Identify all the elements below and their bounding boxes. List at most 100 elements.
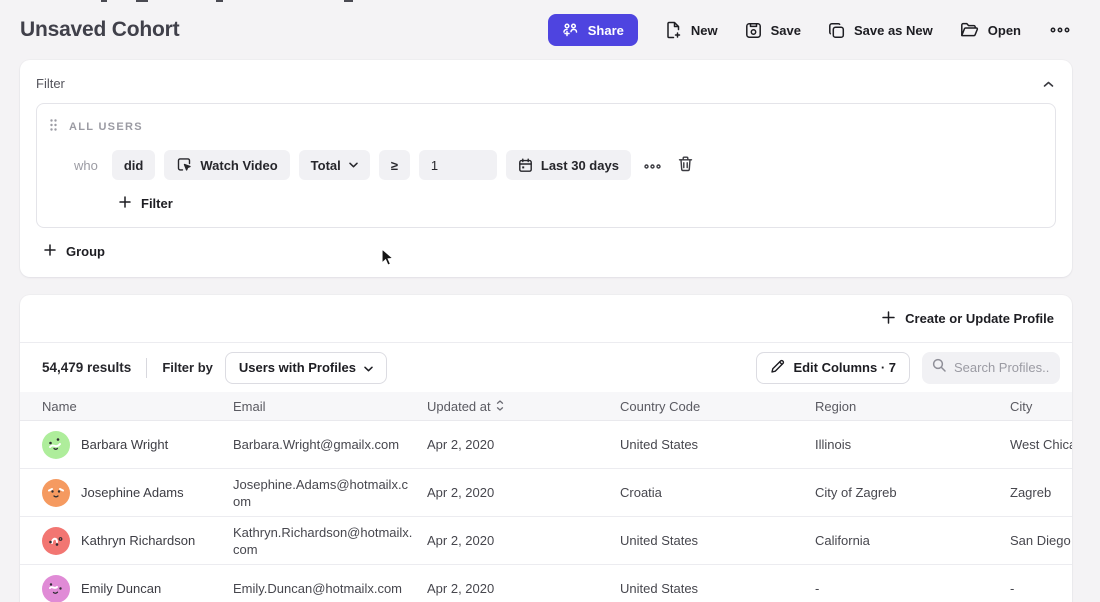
save-button[interactable]: Save (745, 22, 801, 39)
new-document-icon (665, 21, 682, 39)
email-cell: Emily.Duncan@hotmailx.com (233, 580, 427, 597)
column-header-region[interactable]: Region (815, 399, 1010, 414)
table-row[interactable]: Kathryn Richardson Kathryn.Richardson@ho… (20, 517, 1072, 565)
did-label: did (124, 158, 144, 173)
page-title: Unsaved Cohort (20, 18, 179, 42)
clipped-breadcrumb-remnant (0, 0, 1100, 3)
table-row[interactable]: Josephine Adams Josephine.Adams@hotmailx… (20, 469, 1072, 517)
table-row[interactable]: Barbara Wright Barbara.Wright@gmailx.com… (20, 421, 1072, 469)
open-folder-icon (960, 22, 979, 38)
city-cell: Zagreb (1010, 484, 1072, 501)
clause-more-button[interactable] (640, 155, 665, 176)
create-or-update-profile-button[interactable]: Create or Update Profile (882, 311, 1054, 327)
filter-clause: who did Watch Video Total (49, 150, 1043, 180)
add-group-button[interactable]: Group (44, 244, 105, 259)
chevron-down-icon (364, 360, 373, 375)
edit-columns-button[interactable]: Edit Columns · 7 (756, 352, 910, 384)
more-icon (644, 158, 661, 173)
table-header: Name Email Updated at Country Code Regio… (20, 392, 1072, 421)
profile-name-cell: Josephine Adams (42, 479, 233, 507)
operator-selector[interactable]: ≥ (379, 150, 410, 180)
new-button-label: New (691, 23, 718, 38)
updated-at-cell: Apr 2, 2020 (427, 484, 620, 501)
event-name: Watch Video (200, 158, 277, 173)
column-header-country-code[interactable]: Country Code (620, 399, 815, 414)
aggregation-value: Total (311, 158, 341, 173)
email-cell: Kathryn.Richardson@hotmailx.com (233, 524, 427, 558)
country-code-cell: United States (620, 436, 815, 453)
chevron-down-icon (349, 162, 358, 168)
email-cell: Barbara.Wright@gmailx.com (233, 436, 427, 453)
updated-at-cell: Apr 2, 2020 (427, 580, 620, 597)
aggregation-selector[interactable]: Total (299, 150, 370, 180)
add-filter-button[interactable]: Filter (119, 196, 173, 211)
column-header-city[interactable]: City (1010, 399, 1072, 414)
city-cell: West Chicago (1010, 436, 1072, 453)
save-button-label: Save (771, 23, 801, 38)
new-button[interactable]: New (665, 21, 718, 39)
open-button-label: Open (988, 23, 1021, 38)
profile-filter-dropdown[interactable]: Users with Profiles (225, 352, 387, 384)
divider (146, 358, 147, 378)
filter-group: ALL USERS who did Watch Video Total (36, 103, 1056, 228)
date-range-selector[interactable]: Last 30 days (506, 150, 631, 180)
did-selector[interactable]: did (112, 150, 156, 180)
filter-by-label: Filter by (162, 360, 213, 375)
share-button[interactable]: Share (548, 14, 638, 46)
add-group-label: Group (66, 244, 105, 259)
chevron-up-icon (1043, 76, 1054, 91)
avatar (42, 479, 70, 507)
plus-icon (44, 244, 56, 259)
country-code-cell: Croatia (620, 484, 815, 501)
search-profiles-input[interactable] (954, 360, 1050, 375)
avatar (42, 431, 70, 459)
date-range-value: Last 30 days (541, 158, 619, 173)
drag-handle-icon (50, 119, 57, 134)
collapse-filter-button[interactable] (1041, 74, 1056, 93)
profile-name-cell: Barbara Wright (42, 431, 233, 459)
save-as-new-button[interactable]: Save as New (828, 22, 933, 39)
who-label: who (74, 158, 98, 173)
plus-icon (119, 196, 131, 211)
region-cell: Illinois (815, 436, 1010, 453)
delete-clause-button[interactable] (674, 153, 697, 178)
header-actions: Share New Save (548, 14, 1072, 46)
add-filter-label: Filter (141, 196, 173, 211)
create-or-update-profile-label: Create or Update Profile (905, 311, 1054, 326)
email-cell: Josephine.Adams@hotmailx.com (233, 476, 427, 510)
operator-value: ≥ (391, 158, 398, 173)
top-bar: Unsaved Cohort Share New (0, 0, 1100, 60)
avatar (42, 575, 70, 602)
share-button-label: Share (588, 23, 624, 38)
column-header-name[interactable]: Name (42, 399, 233, 414)
pencil-icon (770, 359, 785, 377)
region-cell: California (815, 532, 1010, 549)
profiles-search[interactable] (922, 352, 1060, 384)
more-icon (1050, 26, 1070, 34)
filter-panel-title: Filter (36, 76, 65, 91)
threshold-input[interactable] (419, 150, 497, 180)
column-header-updated-at[interactable]: Updated at (427, 399, 620, 414)
profile-name-cell: Emily Duncan (42, 575, 233, 602)
search-icon (932, 358, 946, 377)
event-selector[interactable]: Watch Video (164, 150, 289, 180)
more-options-button[interactable] (1048, 22, 1072, 38)
updated-at-cell: Apr 2, 2020 (427, 436, 620, 453)
city-cell: - (1010, 580, 1072, 597)
group-label: ALL USERS (69, 121, 143, 133)
plus-icon (882, 311, 895, 327)
city-cell: San Diego (1010, 532, 1072, 549)
country-code-cell: United States (620, 580, 815, 597)
column-header-email[interactable]: Email (233, 399, 427, 414)
edit-columns-label: Edit Columns · 7 (793, 360, 896, 375)
drag-handle[interactable] (49, 117, 58, 136)
profile-name-cell: Kathryn Richardson (42, 527, 233, 555)
region-cell: - (815, 580, 1010, 597)
updated-at-cell: Apr 2, 2020 (427, 532, 620, 549)
open-button[interactable]: Open (960, 22, 1021, 38)
sort-icon (496, 399, 504, 414)
save-as-new-button-label: Save as New (854, 23, 933, 38)
save-as-new-icon (828, 22, 845, 39)
country-code-cell: United States (620, 532, 815, 549)
table-row[interactable]: Emily Duncan Emily.Duncan@hotmailx.com A… (20, 565, 1072, 602)
